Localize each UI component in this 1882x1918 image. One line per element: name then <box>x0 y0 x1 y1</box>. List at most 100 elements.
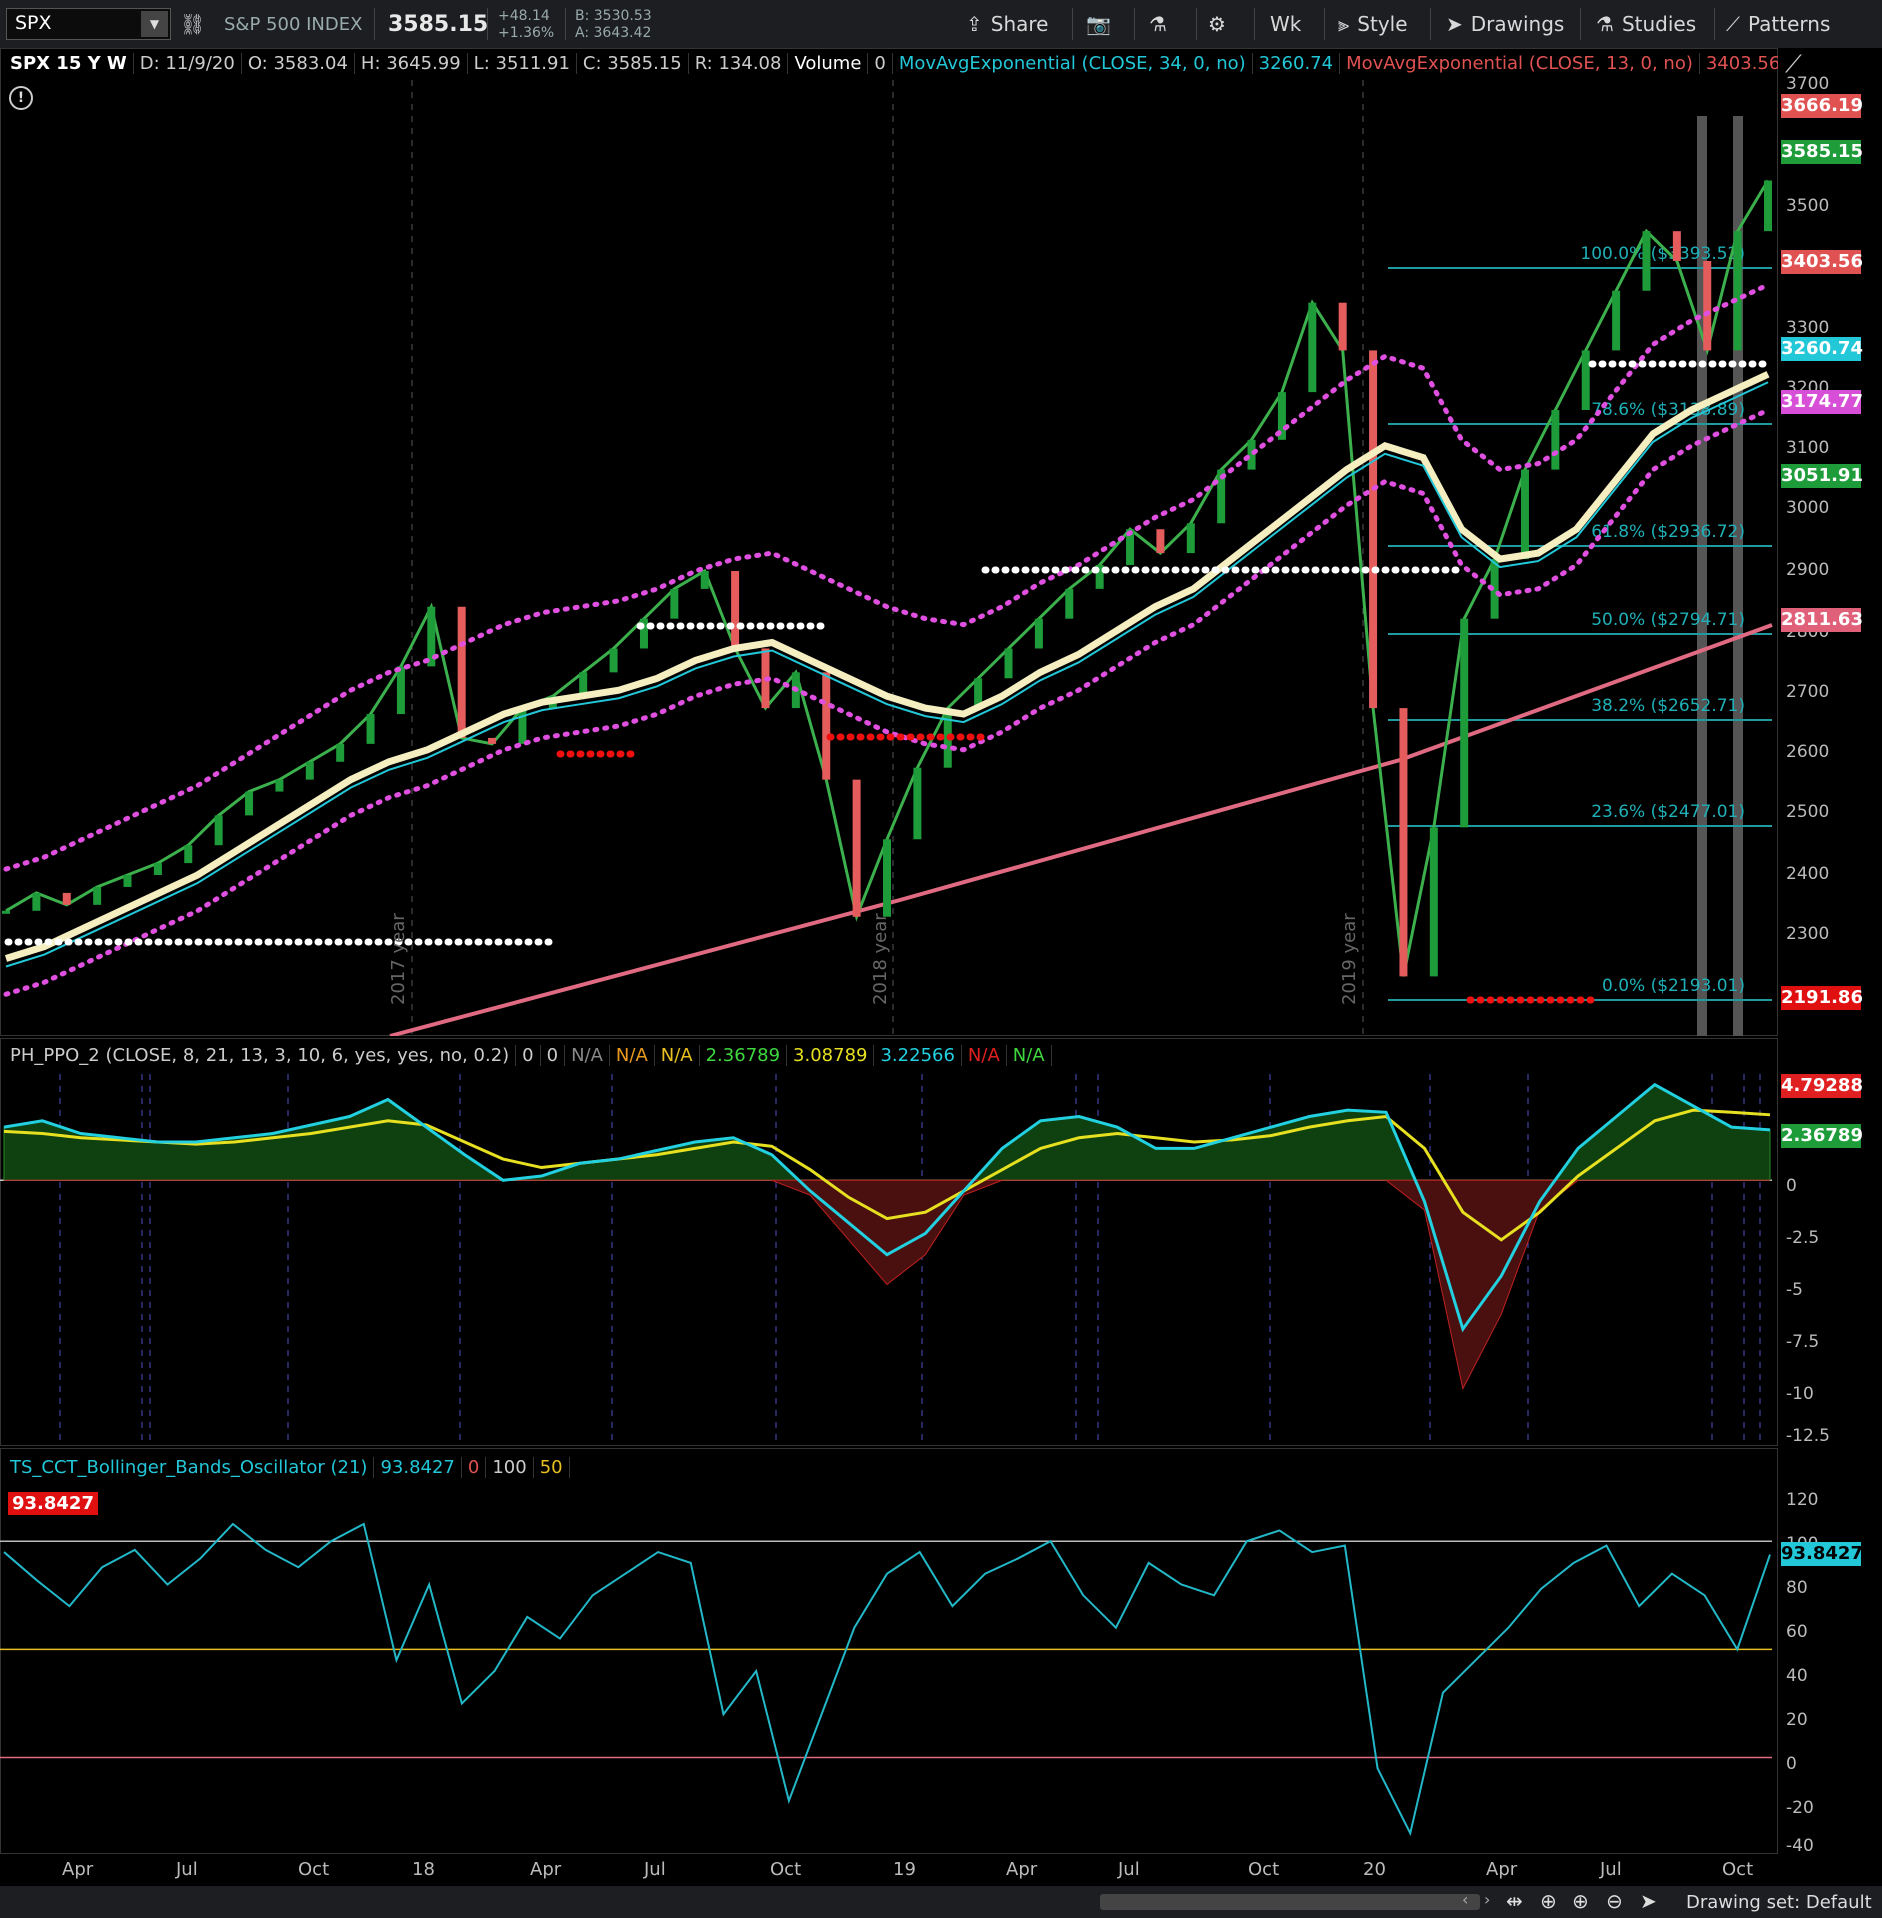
price-tick-label: 2300 <box>1786 924 1830 944</box>
bbo-tick-label: 40 <box>1786 1666 1808 1686</box>
ask-price: A: 3643.42 <box>575 25 652 41</box>
bbo-v3: 100 <box>486 1456 534 1478</box>
symbol-dropdown-icon[interactable]: ▼ <box>141 11 168 37</box>
candle <box>1520 469 1529 560</box>
style-button[interactable]: ⫸ Style <box>1338 0 1408 48</box>
pointer-icon[interactable]: ➤ <box>1640 1889 1657 1913</box>
timeframe-button[interactable]: Wk <box>1270 0 1301 48</box>
candle <box>731 570 740 649</box>
candle <box>457 606 466 738</box>
ema13-label[interactable]: MovAvgExponential (CLOSE, 13, 0, no) <box>1340 52 1700 74</box>
bbo-tick-label: 120 <box>1786 1490 1819 1510</box>
ema34-label[interactable]: MovAvgExponential (CLOSE, 34, 0, no) <box>893 52 1253 74</box>
ppo-chart[interactable] <box>0 1074 1778 1446</box>
scroll-right-icon[interactable]: › <box>1484 1890 1490 1909</box>
ppo-histogram-negative <box>4 1179 1770 1391</box>
candle <box>153 863 162 876</box>
ppo-tick-label: -2.5 <box>1786 1228 1820 1248</box>
candle <box>1551 410 1560 470</box>
flask-button[interactable]: ⚗ <box>1149 0 1167 48</box>
candle <box>366 714 375 744</box>
zoom-out-icon[interactable]: ⊖ <box>1606 1889 1623 1913</box>
time-tick-label: Oct <box>1722 1859 1754 1880</box>
horizontal-scrollbar[interactable] <box>1100 1894 1480 1910</box>
candle <box>1703 260 1712 351</box>
ppo-v10: N/A <box>1007 1044 1052 1066</box>
share-icon: ⇪ <box>966 12 983 36</box>
ppo-v4: N/A <box>610 1044 655 1066</box>
time-tick-label: Apr <box>1006 1859 1038 1880</box>
candle <box>1429 827 1438 977</box>
price-tag: 3585.15 <box>1781 140 1863 164</box>
bid-price: B: 3530.53 <box>575 8 652 24</box>
year-label: 2019 year <box>1339 913 1360 1005</box>
candle <box>1581 350 1590 411</box>
candle <box>488 737 497 744</box>
bbo-value: 93.8427 <box>374 1456 462 1478</box>
time-tick-label: Jul <box>176 1859 198 1880</box>
candle <box>883 839 891 917</box>
settings-button[interactable]: ⚙ <box>1208 0 1226 48</box>
price-tag: 2811.63 <box>1781 608 1863 632</box>
ppo-name[interactable]: PH_PPO_2 (CLOSE, 8, 21, 13, 3, 10, 6, ye… <box>4 1044 517 1066</box>
bbo-name[interactable]: TS_CCT_Bollinger_Bands_Oscillator (21) <box>4 1456 375 1478</box>
price-tick-label: 2500 <box>1786 802 1830 822</box>
legend-range: R: 134.08 <box>689 52 789 74</box>
ppo-tick-label: -12.5 <box>1786 1426 1830 1446</box>
candle <box>1399 708 1408 977</box>
drawings-button[interactable]: ➤ Drawings <box>1446 0 1564 48</box>
candle <box>1460 618 1469 828</box>
share-button[interactable]: ⇪ Share <box>966 0 1048 48</box>
legend-open: O: 3583.04 <box>242 52 355 74</box>
year-label: 2018 year <box>870 913 891 1005</box>
bbo-chart[interactable] <box>0 1488 1778 1854</box>
price-tick-label: 2600 <box>1786 742 1830 762</box>
candle <box>32 892 41 911</box>
candle <box>1338 302 1347 351</box>
candle <box>1612 290 1621 351</box>
year-label: 2017 year <box>388 913 409 1005</box>
crosshair-icon[interactable]: ⊕ <box>1540 1889 1557 1913</box>
candle <box>245 791 254 816</box>
price-tick-label: 2900 <box>1786 560 1830 580</box>
drawing-set-label[interactable]: Drawing set: Default <box>1686 1892 1872 1913</box>
candle <box>822 672 831 780</box>
candle <box>214 815 223 846</box>
screenshot-button[interactable]: 📷 <box>1086 0 1111 48</box>
price-tick-label: 3300 <box>1786 318 1830 338</box>
candle <box>184 845 193 864</box>
ema34-value: 3260.74 <box>1253 52 1341 74</box>
legend-date: D: 11/9/20 <box>134 52 242 74</box>
time-tick-label: Jul <box>1600 1859 1622 1880</box>
price-tick-label: 2400 <box>1786 864 1830 884</box>
ppo-current-tag: 2.36789 <box>1781 1124 1863 1148</box>
price-tag: 3174.77 <box>1781 390 1863 414</box>
patterns-button[interactable]: ⟋ Patterns <box>1726 0 1830 48</box>
ppo-v9: N/A <box>962 1044 1007 1066</box>
candle <box>609 648 618 673</box>
ppo-legend: PH_PPO_2 (CLOSE, 8, 21, 13, 3, 10, 6, ye… <box>4 1040 1052 1070</box>
candle <box>1642 231 1651 291</box>
scroll-left-icon[interactable]: ‹ <box>1462 1890 1468 1909</box>
price-tag: 2191.86 <box>1781 986 1863 1010</box>
candle <box>852 779 861 917</box>
bbo-tick-label: -20 <box>1786 1798 1814 1818</box>
ppo-v3: N/A <box>565 1044 610 1066</box>
volume-label: Volume <box>788 52 869 74</box>
expand-icon[interactable]: ⇹ <box>1506 1889 1523 1913</box>
price-tag: 3260.74 <box>1781 337 1863 361</box>
candle <box>1156 529 1165 554</box>
candle <box>1764 180 1772 232</box>
candle <box>518 708 527 744</box>
change-pct: +1.36% <box>498 25 555 41</box>
candle <box>275 779 284 792</box>
volume-value: 0 <box>868 52 893 74</box>
link-icon[interactable]: ⛓ <box>180 0 205 48</box>
last-price: 3585.15 <box>388 11 489 37</box>
candle <box>1034 618 1043 649</box>
candle <box>2 910 10 914</box>
price-chart[interactable]: 100.0% ($3393.52)78.6% ($3138.89)61.8% (… <box>0 80 1778 1036</box>
camera-icon: 📷 <box>1086 12 1111 36</box>
zoom-in-icon[interactable]: ⊕ <box>1572 1889 1589 1913</box>
studies-button[interactable]: ⚗ Studies <box>1596 0 1696 48</box>
